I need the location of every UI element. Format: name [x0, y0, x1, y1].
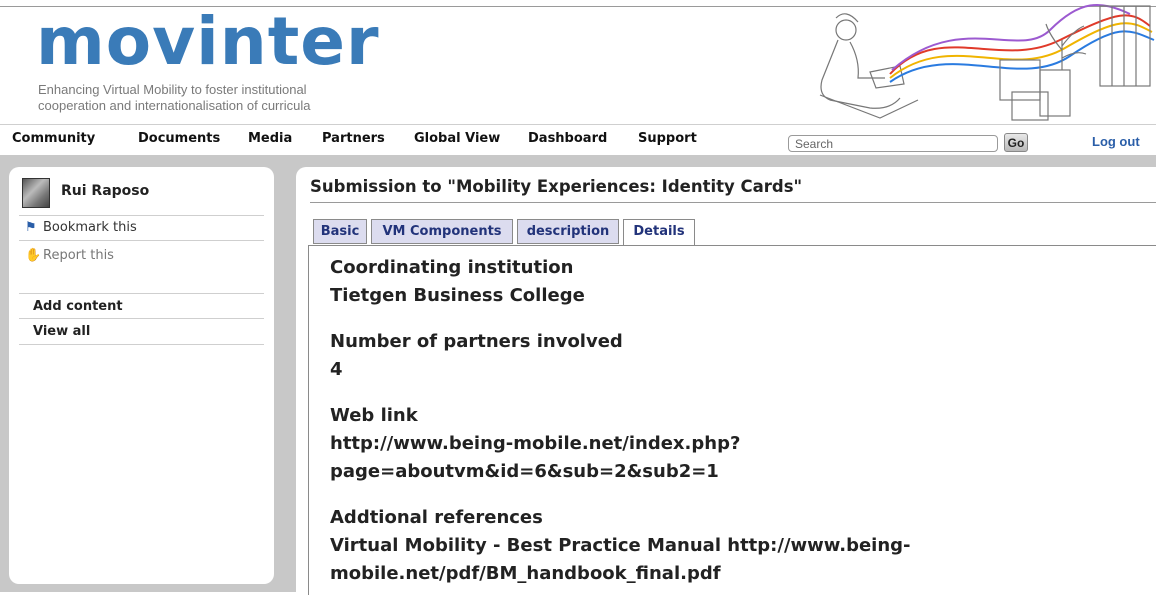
nav-documents[interactable]: Documents	[138, 131, 220, 146]
view-all-label: View all	[33, 324, 91, 339]
main-content: Submission to "Mobility Experiences: Ide…	[296, 167, 1156, 595]
search-input[interactable]: Search	[788, 135, 998, 152]
page-title: Submission to "Mobility Experiences: Ide…	[310, 177, 803, 196]
web-link-label: Web link	[330, 405, 418, 426]
tab-basic[interactable]: Basic	[313, 219, 367, 244]
nav-community[interactable]: Community	[12, 131, 95, 146]
nav-partners[interactable]: Partners	[322, 131, 385, 146]
web-link-line-2[interactable]: page=aboutvm&id=6&sub=2&sub2=1	[330, 458, 719, 486]
partners-label: Number of partners involved	[330, 331, 623, 352]
nav-media[interactable]: Media	[248, 131, 292, 146]
tagline-line-1: Enhancing Virtual Mobility to foster ins…	[38, 82, 307, 97]
header-illustration	[819, 3, 1155, 121]
report-icon: ✋	[25, 248, 42, 263]
report-this-link[interactable]: ✋ Report this	[19, 243, 264, 269]
additional-references-label: Addtional references	[330, 507, 543, 528]
site-logo[interactable]: movinter	[36, 2, 380, 82]
user-name[interactable]: Rui Raposo	[61, 183, 149, 199]
tab-details[interactable]: Details	[623, 219, 695, 246]
view-all-link[interactable]: View all	[19, 319, 264, 345]
nav-global-view[interactable]: Global View	[414, 131, 500, 146]
tagline-line-2: cooperation and internationalisation of …	[38, 98, 311, 113]
coordinating-institution-value: Tietgen Business College	[330, 285, 585, 306]
partners-value: 4	[330, 359, 343, 380]
avatar[interactable]	[22, 178, 50, 208]
main-nav: Community Documents Media Partners Globa…	[0, 124, 1156, 155]
sidebar: Rui Raposo ⚑ Bookmark this ✋ Report this…	[9, 167, 274, 584]
report-label: Report this	[43, 248, 114, 263]
tab-description[interactable]: description	[517, 219, 619, 244]
site-tagline: Enhancing Virtual Mobility to foster ins…	[38, 82, 398, 114]
details-panel: Coordinating institution Tietgen Busines…	[308, 245, 1156, 595]
bookmark-this-link[interactable]: ⚑ Bookmark this	[19, 215, 264, 241]
nav-dashboard[interactable]: Dashboard	[528, 131, 607, 146]
search-go-button[interactable]: Go	[1004, 133, 1028, 152]
additional-references-line-2: mobile.net/pdf/BM_handbook_final.pdf	[330, 563, 721, 584]
bookmark-label: Bookmark this	[43, 220, 137, 235]
add-content-link[interactable]: Add content	[19, 293, 264, 319]
bookmark-icon: ⚑	[25, 220, 37, 235]
nav-support[interactable]: Support	[638, 131, 697, 146]
coordinating-institution-label: Coordinating institution	[330, 257, 574, 278]
tab-vm-components[interactable]: VM Components	[371, 219, 513, 244]
title-divider	[310, 202, 1156, 203]
user-block: Rui Raposo	[19, 177, 264, 216]
add-content-label: Add content	[33, 299, 123, 314]
web-link-line-1[interactable]: http://www.being-mobile.net/index.php?	[330, 430, 740, 458]
logout-link[interactable]: Log out	[1092, 134, 1140, 149]
additional-references-line-1: Virtual Mobility - Best Practice Manual …	[330, 535, 911, 556]
site-header: movinter Enhancing Virtual Mobility to f…	[0, 0, 1156, 124]
